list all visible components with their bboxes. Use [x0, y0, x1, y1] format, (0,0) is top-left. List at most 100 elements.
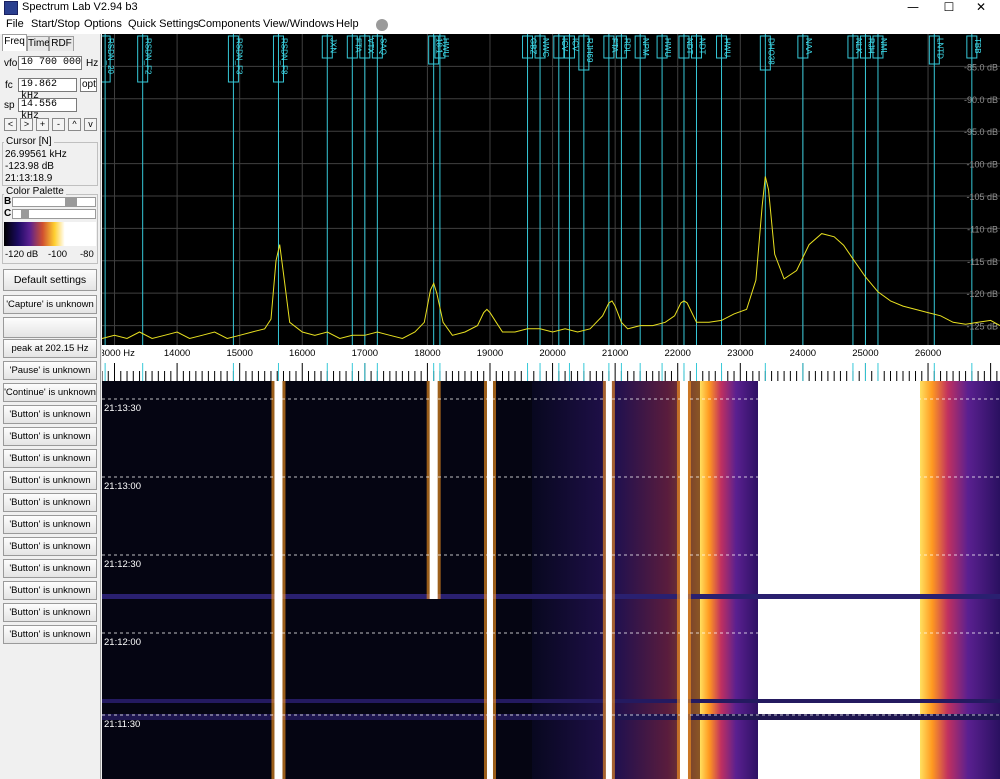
db-tick-label: -110 dB	[967, 224, 998, 234]
brightness-slider-thumb[interactable]	[65, 198, 77, 206]
step-up-button[interactable]: ^	[68, 118, 81, 131]
time-label: 21:11:30	[104, 719, 140, 730]
station-marker-label: ICV	[570, 38, 579, 52]
frequency-tick-label: 13000 Hz	[102, 348, 135, 359]
capture-button[interactable]: 'Capture' is unknown	[3, 295, 97, 314]
waterfall-carrier-core	[605, 381, 612, 779]
station-marker-label: RSDN_F3	[234, 38, 243, 75]
menu-bar: File Start/Stop Options Quick Settings C…	[0, 16, 1000, 34]
tab-time[interactable]: Time	[27, 36, 50, 51]
user-button-8[interactable]: 'Button' is unknown	[3, 559, 97, 578]
station-marker-label: RSDN_20	[106, 38, 115, 75]
user-button-4[interactable]: 'Button' is unknown	[3, 471, 97, 490]
db-tick-label: -105 dB	[966, 192, 998, 202]
fc-label: fc	[5, 80, 13, 91]
tab-rdf[interactable]: RDF	[49, 36, 74, 51]
step-down-button[interactable]: v	[84, 118, 97, 131]
step-minus-button[interactable]: -	[52, 118, 65, 131]
station-marker-label: NDT	[685, 38, 694, 55]
palette-mid-label: -100	[48, 249, 68, 260]
frequency-tick-label: 18000	[414, 348, 440, 359]
station-marker-label: NWC	[541, 38, 550, 57]
continue-button[interactable]: 'Continue' is unknown	[3, 383, 97, 402]
station-marker-label: NML	[879, 38, 888, 55]
step-plus-button[interactable]: +	[36, 118, 49, 131]
vfo-label: vfo	[4, 58, 18, 69]
frequency-tick-label: 19000	[477, 348, 503, 359]
user-button-10[interactable]: 'Button' is unknown	[3, 603, 97, 622]
time-label: 21:13:00	[104, 481, 141, 492]
db-tick-label: -90.0 dB	[964, 95, 998, 105]
station-marker-label: RJH69	[585, 38, 594, 63]
user-button-5[interactable]: 'Button' is unknown	[3, 493, 97, 512]
waterfall-carrier-core	[274, 381, 283, 779]
frequency-tick-label: 22000	[665, 348, 691, 359]
contrast-slider-thumb[interactable]	[21, 210, 29, 218]
sp-field[interactable]: 14.556 kHz	[18, 98, 77, 122]
blank-button[interactable]	[3, 317, 97, 338]
peak-button[interactable]: peak at 202.15 Hz	[3, 339, 97, 358]
menu-quick-settings[interactable]: Quick Settings	[128, 18, 199, 30]
frequency-tick-label: 14000	[164, 348, 190, 359]
time-label: 21:12:00	[104, 637, 141, 648]
menu-help[interactable]: Help	[336, 18, 359, 30]
default-settings-button[interactable]: Default settings	[3, 269, 97, 291]
menu-start-stop[interactable]: Start/Stop	[31, 18, 80, 30]
record-indicator-icon[interactable]	[376, 19, 388, 31]
control-panel: Freq Time RDF vfo 10 700 000 Hz fc 19.86…	[0, 34, 101, 779]
user-button-7[interactable]: 'Button' is unknown	[3, 537, 97, 556]
step-left-button[interactable]: <	[4, 118, 17, 131]
spectrum-plot[interactable]: RSDN_20 RSDN_F2 RSDN_F3 RSDN_F8 JXN FTA VTX SAQ…	[102, 34, 1000, 345]
app-logo-icon	[4, 1, 18, 15]
brightness-slider[interactable]	[12, 197, 96, 207]
frequency-tick-label: 15000	[226, 348, 252, 359]
waterfall-background	[102, 381, 1000, 779]
station-markers: RSDN_20 RSDN_F2 RSDN_F3 RSDN_F8 JXN FTA VTX SAQ…	[102, 34, 982, 345]
waterfall-carrier-core	[429, 381, 438, 599]
contrast-label: C	[4, 208, 12, 219]
frequency-tick-labels: 13000 Hz 14000 15000 16000 17000 18000 19000 20…	[102, 348, 941, 359]
frequency-ticks	[102, 363, 998, 381]
frequency-tick-label: 26000	[915, 348, 941, 359]
user-button-3[interactable]: 'Button' is unknown	[3, 449, 97, 468]
station-marker-label: RJH	[866, 38, 875, 54]
contrast-slider[interactable]	[12, 209, 96, 219]
frequency-tick-label: 20000	[539, 348, 565, 359]
frequency-tick-label: 17000	[352, 348, 378, 359]
palette-min-label: -120 dB	[5, 249, 39, 260]
title-bar: Spectrum Lab V2.94 b3 — ☐ ✕	[0, 0, 1000, 16]
station-marker-label: DHO38	[766, 38, 775, 65]
cursor-group-title: Cursor [N]	[4, 136, 54, 147]
menu-view-windows[interactable]: View/Windows	[263, 18, 334, 30]
waterfall-carrier-core	[486, 381, 493, 779]
station-marker-label: RDL	[622, 38, 631, 55]
vfo-field[interactable]: 10 700 000	[18, 56, 82, 70]
cursor-time: 21:13:18.9	[5, 173, 53, 184]
menu-file[interactable]: File	[6, 18, 24, 30]
brightness-label: B	[4, 196, 12, 207]
db-tick-label: -115 dB	[967, 257, 998, 267]
menu-components[interactable]: Components	[198, 18, 260, 30]
frequency-axis[interactable]: 13000 Hz 14000 15000 16000 17000 18000 19000 20…	[102, 345, 1000, 381]
time-label: 21:12:30	[104, 559, 141, 570]
palette-group-title: Color Palette	[4, 186, 66, 197]
close-button[interactable]: ✕	[958, 0, 1000, 16]
station-marker-label: LNTD	[935, 38, 944, 59]
user-button-2[interactable]: 'Button' is unknown	[3, 427, 97, 446]
station-marker-label: FTA	[610, 38, 619, 53]
menu-options[interactable]: Options	[84, 18, 122, 30]
user-button-6[interactable]: 'Button' is unknown	[3, 515, 97, 534]
window-title: Spectrum Lab V2.94 b3	[22, 1, 138, 13]
opt-button[interactable]: opt	[80, 78, 97, 92]
waterfall-carrier-core	[679, 381, 688, 779]
tab-freq[interactable]: Freq	[2, 34, 27, 51]
db-tick-label: -100 dB	[966, 160, 998, 170]
user-button-11[interactable]: 'Button' is unknown	[3, 625, 97, 644]
step-right-button[interactable]: >	[20, 118, 33, 131]
waterfall-display[interactable]: 21:13:30 21:13:00 21:12:30 21:12:00 21:11:30	[102, 381, 1000, 779]
pause-button[interactable]: 'Pause' is unknown	[3, 361, 97, 380]
user-button-9[interactable]: 'Button' is unknown	[3, 581, 97, 600]
frequency-tick-label: 23000	[727, 348, 753, 359]
user-button-1[interactable]: 'Button' is unknown	[3, 405, 97, 424]
fc-field[interactable]: 19.862 kHz	[18, 78, 77, 102]
